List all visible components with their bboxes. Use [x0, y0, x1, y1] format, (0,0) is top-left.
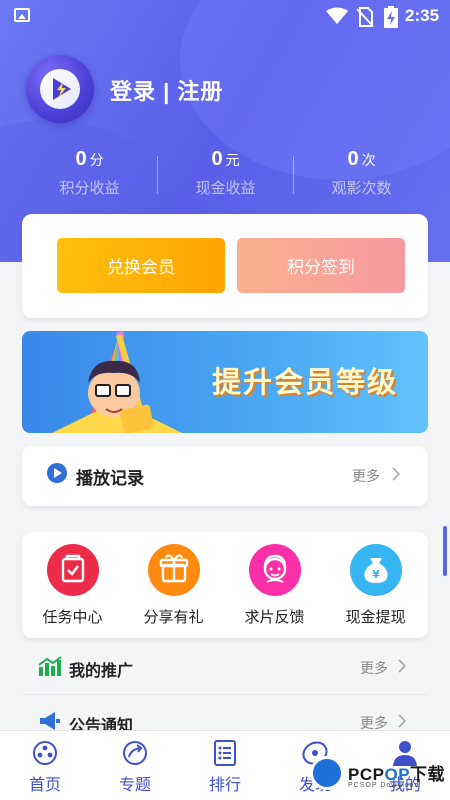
play-history-row[interactable]: 播放记录 更多	[22, 446, 428, 506]
more-link[interactable]: 更多	[360, 658, 388, 678]
home-icon	[33, 741, 57, 765]
feedback-icon	[248, 544, 301, 596]
status-bar: 2:35	[0, 0, 450, 32]
watermark-subtext: PCSOP Download	[348, 782, 420, 789]
tab-label: 专题	[118, 777, 151, 794]
watermark: PCPOP下载 PCSOP Download	[306, 752, 450, 800]
battery-charging-icon	[384, 6, 398, 28]
stat-unit: 分	[89, 152, 104, 168]
stat-label: 现金收益	[195, 180, 256, 197]
tab-label: 排行	[208, 777, 241, 794]
shortcut-grid: 任务中心 分享有礼 求片反馈 ¥ 现金提现	[22, 532, 428, 638]
stat-label: 积分收益	[59, 180, 120, 197]
gift-icon	[147, 544, 200, 596]
stat-unit: 次	[361, 152, 376, 168]
stat-value: 0	[75, 148, 87, 170]
grid-label: 分享有礼	[143, 609, 204, 626]
play-history-label: 播放记录	[76, 469, 144, 488]
grid-label: 求片反馈	[244, 609, 305, 626]
money-bag-icon: ¥	[349, 544, 402, 596]
image-notification-icon	[14, 8, 30, 22]
upgrade-membership-banner[interactable]: 提升会员等级	[22, 331, 428, 433]
tab-rank[interactable]: 排行	[180, 739, 270, 795]
actions-card: 兑换会员 积分签到	[22, 214, 428, 318]
stat-label: 观影次数	[331, 180, 392, 197]
stat-points[interactable]: 0分 积分收益	[22, 148, 157, 198]
scrollbar[interactable]	[443, 526, 447, 576]
task-center-button[interactable]: 任务中心	[22, 544, 123, 627]
cash-withdraw-button[interactable]: ¥ 现金提现	[325, 544, 426, 627]
my-promotion-row[interactable]: 我的推广 更多	[22, 640, 428, 694]
tab-home[interactable]: 首页	[0, 739, 90, 795]
svg-text:¥: ¥	[372, 568, 380, 581]
stat-value: 0	[347, 148, 359, 170]
banner-illustration	[52, 331, 182, 433]
tab-topic[interactable]: 专题	[90, 739, 180, 795]
watermark-logo	[310, 756, 344, 790]
chevron-right-icon	[398, 659, 406, 673]
stat-cash[interactable]: 0元 现金收益	[158, 148, 293, 198]
rank-icon	[214, 740, 236, 766]
no-sim-icon	[356, 7, 374, 27]
clock: 2:35	[405, 6, 440, 25]
chart-icon	[38, 656, 62, 676]
play-circle-icon	[47, 463, 67, 483]
login-register-link[interactable]: 登录 | 注册	[110, 74, 223, 106]
row-label: 我的推广	[69, 663, 134, 680]
wifi-icon	[326, 7, 348, 24]
exchange-membership-button[interactable]: 兑换会员	[57, 238, 225, 293]
play-logo-icon	[53, 78, 71, 100]
more-link[interactable]: 更多	[352, 466, 380, 486]
chevron-right-icon	[398, 714, 406, 728]
topic-icon	[123, 741, 147, 765]
request-feedback-button[interactable]: 求片反馈	[224, 544, 325, 627]
banner-text: 提升会员等级	[212, 367, 399, 399]
points-signin-button[interactable]: 积分签到	[237, 238, 405, 293]
avatar[interactable]	[26, 55, 94, 123]
stat-views[interactable]: 0次 观影次数	[294, 148, 429, 198]
task-icon	[46, 544, 99, 596]
megaphone-icon	[40, 712, 60, 730]
grid-label: 任务中心	[42, 609, 103, 626]
stat-value: 0	[211, 148, 223, 170]
stat-unit: 元	[225, 152, 240, 168]
chevron-right-icon	[392, 467, 400, 481]
share-gift-button[interactable]: 分享有礼	[123, 544, 224, 627]
grid-label: 现金提现	[345, 609, 406, 626]
tab-label: 首页	[28, 777, 61, 794]
stats-row: 0分 积分收益 0元 现金收益 0次 观影次数	[22, 148, 428, 204]
